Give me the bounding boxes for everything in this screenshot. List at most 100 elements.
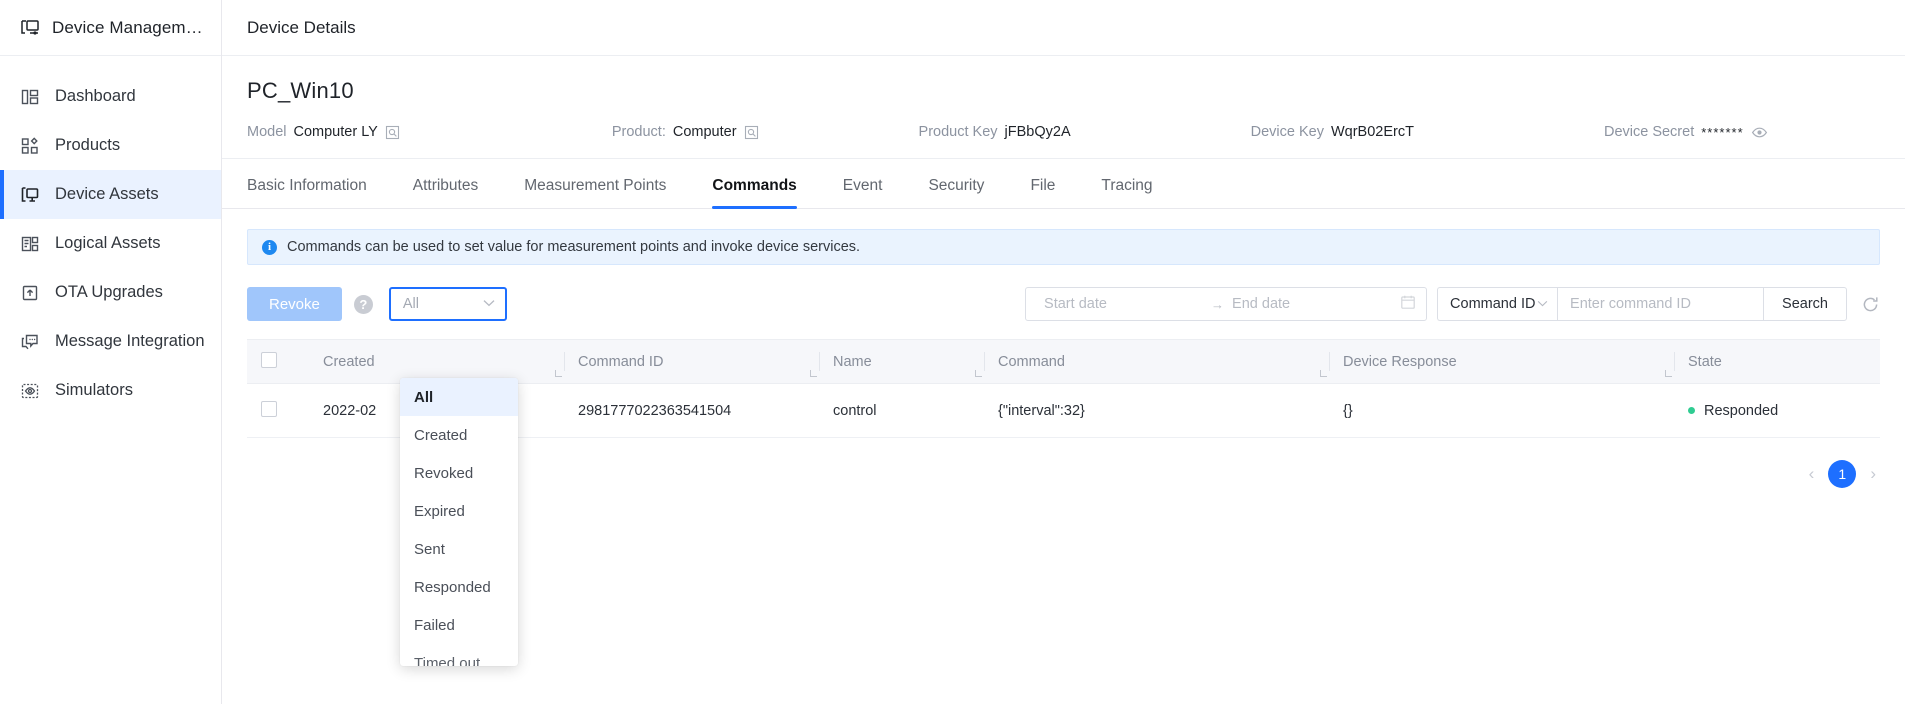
dashboard-icon	[20, 87, 40, 107]
state-filter-dropdown[interactable]: All Created Revoked Expired Sent Respond…	[400, 378, 518, 666]
col-header-command-label: Command	[998, 353, 1065, 370]
select-all-header	[247, 339, 309, 384]
col-header-command[interactable]: Command	[984, 339, 1329, 384]
info-icon: i	[262, 239, 277, 255]
meta-device-key: Device Key WqrB02ErcT	[1251, 124, 1414, 140]
pagination-next[interactable]: ›	[1870, 464, 1876, 484]
tab-basic-information[interactable]: Basic Information	[247, 177, 367, 208]
search-field-select[interactable]: Command ID	[1437, 287, 1558, 321]
col-header-command-id-label: Command ID	[578, 353, 664, 370]
date-range-picker[interactable]: Start date → End date	[1025, 287, 1428, 321]
meta-device-secret-value: *******	[1701, 124, 1744, 140]
sidebar-item-label: Device Assets	[55, 185, 159, 203]
end-date-input[interactable]: End date	[1224, 296, 1399, 312]
row-checkbox[interactable]	[261, 400, 277, 417]
column-resizer[interactable]	[1665, 370, 1672, 377]
col-header-state[interactable]: State	[1674, 339, 1880, 384]
tab-commands[interactable]: Commands	[712, 177, 798, 209]
help-icon[interactable]: ?	[353, 294, 373, 314]
refresh-icon[interactable]	[1861, 295, 1880, 314]
sidebar-item-ota-upgrades[interactable]: OTA Upgrades	[0, 268, 221, 317]
meta-device-key-value: WqrB02ErcT	[1330, 124, 1414, 140]
start-date-input[interactable]: Start date	[1036, 296, 1211, 312]
products-icon	[20, 136, 40, 156]
sidebar-item-label: Simulators	[55, 381, 133, 399]
dropdown-option-timed-out[interactable]: Timed out	[400, 644, 518, 667]
meta-product-key-label: Product Key	[918, 124, 998, 140]
table-header: Created Command ID Name Command Device R…	[247, 339, 1880, 384]
sidebar-item-device-assets[interactable]: Device Assets	[0, 170, 221, 219]
range-arrow-icon: →	[1211, 296, 1225, 312]
app-root: Device Managem… Dashboard Products Devic…	[0, 0, 1905, 704]
state-filter-select[interactable]: All	[388, 287, 507, 321]
tab-tracing[interactable]: Tracing	[1101, 177, 1152, 208]
device-header: PC_Win10 Model Computer LY Product: Comp…	[222, 56, 1905, 159]
command-id-input[interactable]	[1557, 287, 1764, 321]
message-integration-icon	[20, 332, 40, 352]
status-badge: Responded	[1704, 402, 1779, 419]
info-banner-text: Commands can be used to set value for me…	[287, 239, 861, 255]
sidebar-item-message-integration[interactable]: Message Integration	[0, 317, 221, 366]
filter-controls: Start date → End date Command ID Enter c…	[1025, 287, 1880, 321]
pagination-page-1[interactable]: 1	[1828, 460, 1857, 488]
col-header-device-response[interactable]: Device Response	[1329, 339, 1674, 384]
tab-file[interactable]: File	[1030, 177, 1055, 208]
dropdown-option-sent[interactable]: Sent	[400, 530, 518, 568]
select-all-checkbox[interactable]	[261, 351, 277, 368]
sidebar-item-label: Logical Assets	[55, 234, 161, 252]
sidebar-item-products[interactable]: Products	[0, 121, 221, 170]
ota-upgrades-icon	[20, 283, 40, 303]
column-resizer[interactable]	[555, 370, 562, 377]
tab-security[interactable]: Security	[928, 177, 984, 208]
dropdown-option-created[interactable]: Created	[400, 416, 518, 454]
device-name: PC_Win10	[247, 78, 354, 103]
col-header-name-label: Name	[833, 353, 872, 370]
logical-assets-icon	[20, 234, 40, 254]
cell-device-response: {}	[1329, 383, 1674, 438]
cell-command: {"interval":32}	[984, 383, 1329, 438]
eye-icon[interactable]	[1751, 125, 1767, 140]
detail-tabs: Basic Information Attributes Measurement…	[222, 159, 1905, 209]
tab-attributes[interactable]: Attributes	[413, 177, 478, 208]
state-filter-value: All	[402, 296, 419, 312]
cell-name: control	[819, 383, 984, 438]
sidebar-item-label: Message Integration	[55, 332, 205, 350]
col-header-name[interactable]: Name	[819, 339, 984, 384]
search-button[interactable]: Search	[1763, 287, 1847, 321]
col-header-device-response-label: Device Response	[1343, 353, 1457, 370]
revoke-button[interactable]: Revoke	[247, 287, 342, 321]
meta-device-secret-label: Device Secret	[1603, 124, 1695, 140]
brand-title: Device Managem…	[52, 17, 203, 37]
simulators-icon	[20, 381, 40, 401]
cell-state: Responded	[1674, 383, 1880, 438]
pagination-prev[interactable]: ‹	[1809, 464, 1815, 484]
device-meta-row: Model Computer LY Product: Computer Prod…	[247, 124, 1880, 140]
tab-event[interactable]: Event	[843, 177, 883, 208]
sidebar-item-dashboard[interactable]: Dashboard	[0, 72, 221, 121]
page-title: Device Details	[247, 17, 356, 37]
dropdown-option-expired[interactable]: Expired	[400, 492, 518, 530]
dropdown-option-responded[interactable]: Responded	[400, 568, 518, 606]
col-header-created[interactable]: Created	[309, 339, 564, 384]
tab-measurement-points[interactable]: Measurement Points	[524, 177, 666, 208]
sidebar-item-simulators[interactable]: Simulators	[0, 366, 221, 415]
dropdown-option-failed[interactable]: Failed	[400, 606, 518, 644]
status-dot	[1688, 407, 1695, 414]
magnifier-box-icon[interactable]	[385, 125, 400, 140]
magnifier-box-icon[interactable]	[744, 125, 759, 140]
calendar-icon[interactable]	[1400, 294, 1416, 314]
dropdown-option-all[interactable]: All	[400, 378, 518, 416]
page-title-bar: Device Details	[222, 0, 1905, 56]
commands-toolbar: Revoke ? All Start date → End date Comma…	[247, 287, 1880, 321]
column-resizer[interactable]	[975, 370, 982, 377]
cell-command-id: 2981777022363541504	[564, 383, 819, 438]
column-resizer[interactable]	[810, 370, 817, 377]
meta-product: Product: Computer	[612, 124, 759, 140]
dropdown-option-revoked[interactable]: Revoked	[400, 454, 518, 492]
info-banner: i Commands can be used to set value for …	[247, 229, 1880, 265]
column-resizer[interactable]	[1320, 370, 1327, 377]
device-management-icon	[20, 18, 40, 38]
sidebar-item-logical-assets[interactable]: Logical Assets	[0, 219, 221, 268]
col-header-command-id[interactable]: Command ID	[564, 339, 819, 384]
sidebar-item-label: OTA Upgrades	[55, 283, 163, 301]
